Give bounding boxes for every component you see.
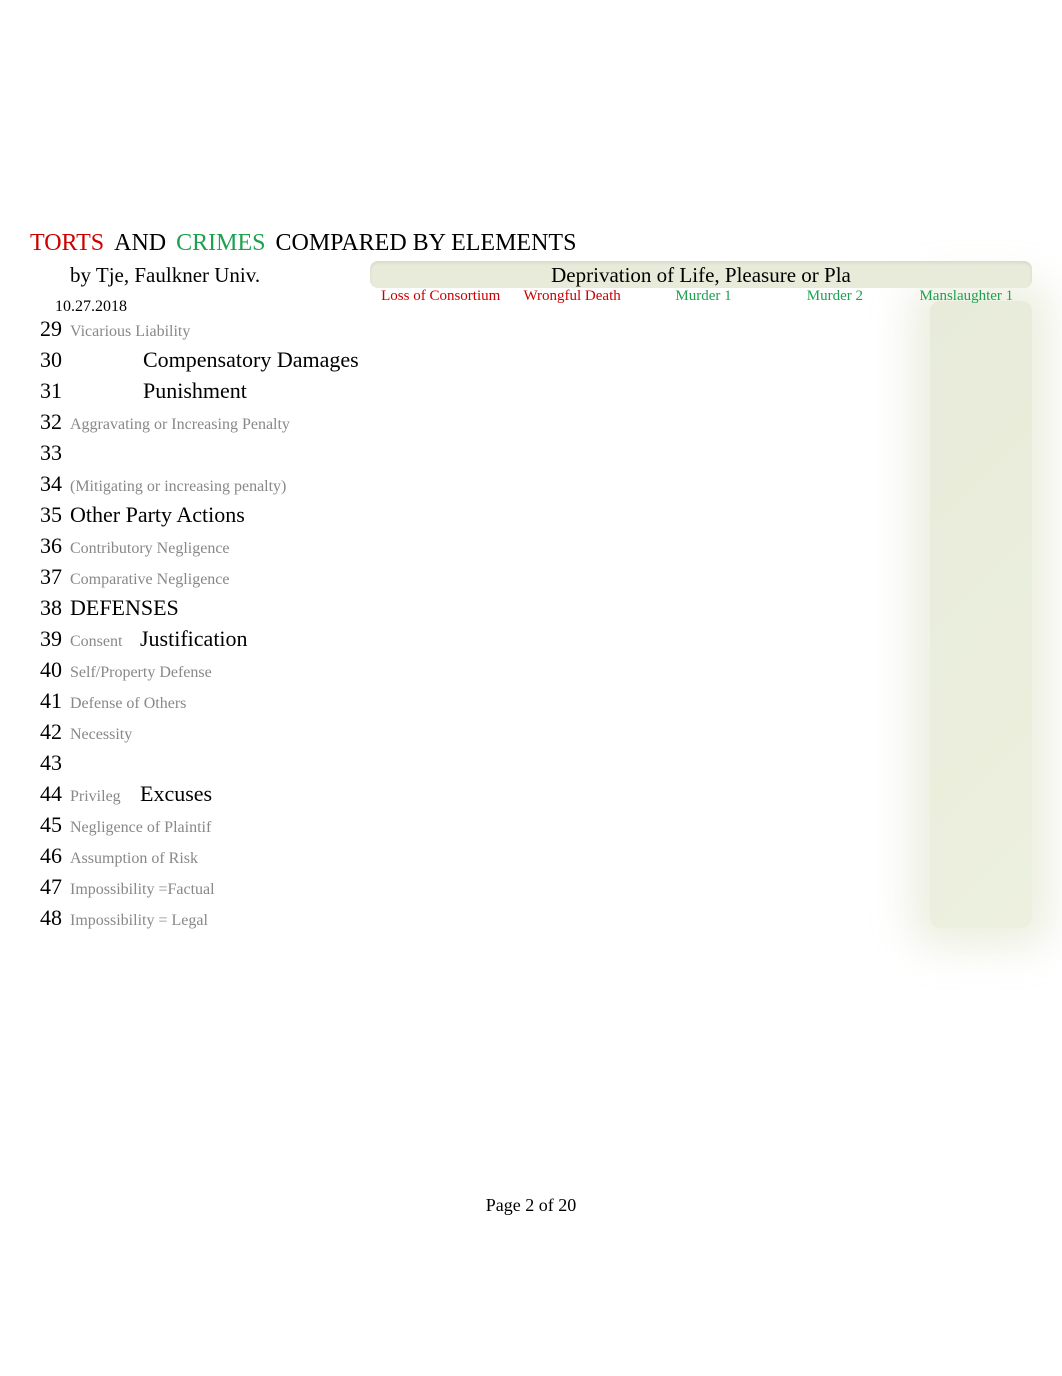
table-row: 29Vicarious Liability [30,316,1032,347]
row-number: 44 [30,781,68,807]
column-header: Wrongful Death [506,288,637,305]
row-number: 35 [30,502,68,528]
row-number: 30 [30,347,68,373]
title-crimes: CRIMES [176,230,265,257]
table-row: 39ConsentJustification [30,626,1032,657]
row-label-small: Defense of Others [68,695,186,713]
row-number: 34 [30,471,68,497]
table-row: 46Assumption of Risk [30,843,1032,874]
section-header-wrap: Deprivation of Life, Pleasure or Pla [370,261,1032,288]
section-header: Deprivation of Life, Pleasure or Pla [370,261,1032,288]
subtitle-row: by Tje, Faulkner Univ. Deprivation of Li… [30,261,1032,288]
table-row: 37Comparative Negligence [30,564,1032,595]
table-row: 42Necessity [30,719,1032,750]
row-label-small: Comparative Negligence [68,571,230,589]
table-row: 38DEFENSES [30,595,1032,626]
column-header: Loss of Consortium [375,288,506,305]
row-number: 41 [30,688,68,714]
row-number: 48 [30,905,68,931]
title-and: AND [114,230,166,257]
byline: by Tje, Faulkner Univ. [30,263,370,288]
table-row: 48Impossibility = Legal [30,905,1032,936]
table-row: 41Defense of Others [30,688,1032,719]
row-label-big: Justification [138,626,248,652]
title-rest: COMPARED BY ELEMENTS [276,230,577,257]
row-label-big: DEFENSES [68,595,179,621]
row-label-small: Consent [68,633,138,651]
row-label-big: Punishment [68,378,247,404]
row-number: 43 [30,750,68,776]
table-row: 34(Mitigating or increasing penalty) [30,471,1032,502]
row-label-small: Impossibility =Factual [68,881,215,899]
row-number: 31 [30,378,68,404]
row-number: 32 [30,409,68,435]
row-number: 39 [30,626,68,652]
row-number: 46 [30,843,68,869]
row-label-small: Necessity [68,726,132,744]
row-number: 37 [30,564,68,590]
row-number: 45 [30,812,68,838]
page-title: TORTS AND CRIMES COMPARED BY ELEMENTS [30,230,1032,257]
table-row: 30Compensatory Damages [30,347,1032,378]
table-rows: 29Vicarious Liability30Compensatory Dama… [30,316,1032,936]
table-row: 47Impossibility =Factual [30,874,1032,905]
table-row: 43 [30,750,1032,781]
row-label-small: (Mitigating or increasing penalty) [68,478,286,496]
column-header: Manslaughter 1 [901,288,1032,305]
row-label-small: Negligence of Plaintif [68,819,211,837]
title-torts: TORTS [30,230,104,257]
row-label-big: Excuses [138,781,212,807]
row-label-small: Self/Property Defense [68,664,212,682]
row-label-small: Assumption of Risk [68,850,198,868]
row-number: 33 [30,440,68,466]
table-row: 36Contributory Negligence [30,533,1032,564]
row-label-small: Privileg [68,788,138,806]
table-row: 35Other Party Actions [30,502,1032,533]
page-body: TORTS AND CRIMES COMPARED BY ELEMENTS by… [30,230,1032,936]
row-number: 38 [30,595,68,621]
table-row: 32Aggravating or Increasing Penalty [30,409,1032,440]
row-label-small: Contributory Negligence [68,540,230,558]
column-header: Murder 1 [638,288,769,305]
row-number: 29 [30,316,68,342]
table-row: 45Negligence of Plaintif [30,812,1032,843]
row-number: 47 [30,874,68,900]
row-label-big: Other Party Actions [68,502,245,528]
page-footer: Page 2 of 20 [0,1195,1062,1216]
table-row: 40Self/Property Defense [30,657,1032,688]
table-row: 44PrivilegExcuses [30,781,1032,812]
row-number: 42 [30,719,68,745]
column-header: Murder 2 [769,288,900,305]
row-label-big: Compensatory Damages [68,347,359,373]
table-row: 33 [30,440,1032,471]
row-label-small: Aggravating or Increasing Penalty [68,416,290,434]
table-row: 31Punishment [30,378,1032,409]
row-number: 36 [30,533,68,559]
row-number: 40 [30,657,68,683]
row-label-small: Impossibility = Legal [68,912,208,930]
row-label-small: Vicarious Liability [68,323,190,341]
columns-header: Loss of ConsortiumWrongful DeathMurder 1… [375,288,1032,305]
